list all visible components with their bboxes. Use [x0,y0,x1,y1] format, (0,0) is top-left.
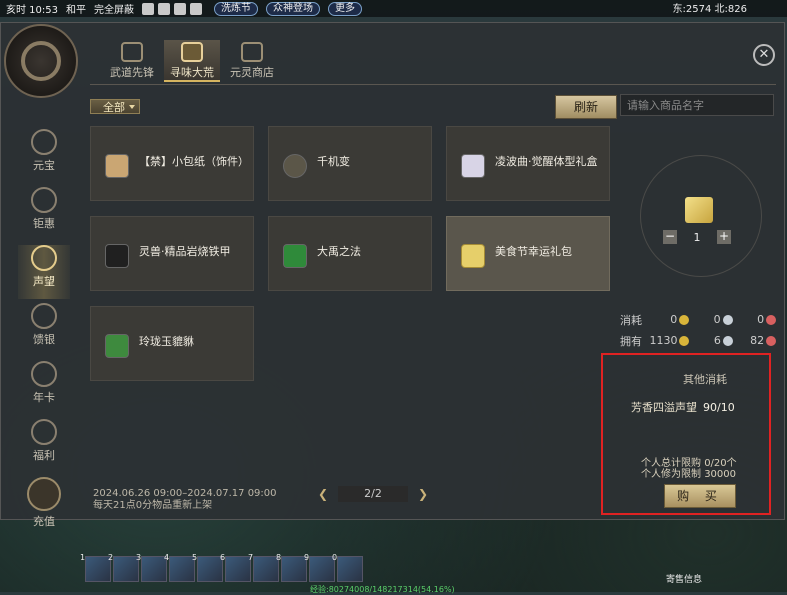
silver-icon [31,303,57,329]
costume-icon [461,154,485,178]
purchase-limits: 个人总计限购 0/20个 个人修为限制 30000 [641,458,737,480]
temple-icon [31,245,57,271]
sidebar-item-yuanbao[interactable]: 元宝 [18,129,70,183]
sidebar: 元宝 钜惠 声望 馈银 年卡 福利 充值 [18,125,70,531]
item-card-selected[interactable]: 美食节幸运礼包 [446,216,610,291]
page-indicator: 2/2 [338,486,408,502]
tab-taste-wilds[interactable]: 寻味大荒 [164,40,220,82]
skill-hotbar: 1 2 3 4 5 6 7 8 9 0 [80,553,705,586]
tab-divider [90,84,776,85]
gold-coin-icon [679,335,690,346]
ingot-icon [31,129,57,155]
map-coordinates: 东:2574 北:826 [672,4,747,15]
gift-box-icon [461,244,485,268]
sale-period: 2024.06.26 09:00–2024.07.17 09:00 每天21点0… [93,488,277,511]
prev-page-button[interactable]: ❮ [316,487,330,501]
item-card[interactable]: 灵兽·精品岩烧铁甲 [90,216,254,291]
sidebar-item-reputation[interactable]: 声望 [18,245,70,299]
skill-slot[interactable]: 0 [332,553,363,582]
card-icon [31,361,57,387]
top-status-bar: 亥时 10:53 和平 完全屏蔽 洗炼节 众神登场 更多 东:2574 北:82… [0,0,787,17]
item-card[interactable]: 千机变 [268,126,432,201]
sidebar-item-deals[interactable]: 钜惠 [18,187,70,241]
quantity-stepper: − 1 + [663,230,731,244]
shop-logo [4,24,78,98]
pk-mode-selector[interactable]: 和平 [66,1,86,16]
red-coin-icon [766,335,776,346]
red-coin-icon [766,314,776,325]
sidebar-item-annual-card[interactable]: 年卡 [18,361,70,415]
jade-beast-icon [105,334,129,358]
camera-icon[interactable] [158,2,170,15]
consume-row: 消耗 0 0 0 [620,309,780,330]
bag-icon [181,42,203,62]
mail-icon[interactable] [142,2,154,15]
sidebar-item-silver[interactable]: 馈银 [18,303,70,357]
gift-box-icon [685,197,713,223]
paper-bag-icon [105,154,129,178]
cost-summary: 消耗 0 0 0 拥有 1130 6 82 [620,309,780,351]
mechanism-icon [283,154,307,178]
settings-icon[interactable] [174,2,186,15]
other-cost-title: 其他消耗 [683,373,727,386]
item-card[interactable]: 【禁】小包纸（饰件） [90,126,254,201]
shop-tabs: 武道先锋 寻味大荒 元灵商店 [104,40,284,82]
jade-scroll-icon [283,244,307,268]
game-time: 亥时 10:53 [6,5,58,16]
tab-martial-vanguard[interactable]: 武道先锋 [104,40,160,82]
gift-icon [31,187,57,213]
reputation-requirement: 芳香四溢声望 90/10 [631,401,735,414]
gold-coin-icon [679,314,690,325]
screen-filter-selector[interactable]: 完全屏蔽 [94,1,134,16]
refresh-button[interactable]: 刷新 [555,95,617,119]
close-button[interactable]: ✕ [753,44,775,66]
consignment-info[interactable]: 寄售信息 [666,572,702,585]
quick-icons [142,2,206,15]
coin-stack-icon [27,477,61,511]
next-page-button[interactable]: ❯ [416,487,430,501]
buy-button[interactable]: 购 买 [664,484,736,508]
sidebar-item-welfare[interactable]: 福利 [18,419,70,473]
experience-bar-text: 经验:80274008/148217314(54.16%) [310,585,455,594]
own-row: 拥有 1130 6 82 [620,330,780,351]
silver-coin-icon [722,335,733,346]
other-cost-box: 其他消耗 芳香四溢声望 90/10 个人总计限购 0/20个 个人修为限制 300… [601,353,771,515]
tv-icon[interactable] [190,2,202,15]
more-button[interactable]: 更多 [328,1,362,16]
sidebar-item-recharge[interactable]: 充值 [18,477,70,531]
event-button-gods[interactable]: 众神登场 [266,1,320,16]
item-card[interactable]: 凌波曲·觉醒体型礼盒 [446,126,610,201]
item-card[interactable]: 玲珑玉貔貅 [90,306,254,381]
event-button-refine[interactable]: 洗炼节 [214,1,258,16]
category-filter-dropdown[interactable]: 全部 [90,99,140,114]
silver-coin-icon [722,314,733,325]
search-input[interactable] [620,94,774,116]
pouch-icon [31,419,57,445]
pet-armor-icon [105,244,129,268]
quantity-value[interactable]: 1 [677,231,717,244]
helmet-icon [121,42,143,62]
shop-icon [241,42,263,62]
decrease-button[interactable]: − [663,230,677,244]
increase-button[interactable]: + [717,230,731,244]
pagination: ❮ 2/2 ❯ [316,486,430,502]
coin-emblem-icon [21,41,61,81]
tab-spirit-shop[interactable]: 元灵商店 [224,40,280,82]
item-card[interactable]: 大禹之法 [268,216,432,291]
